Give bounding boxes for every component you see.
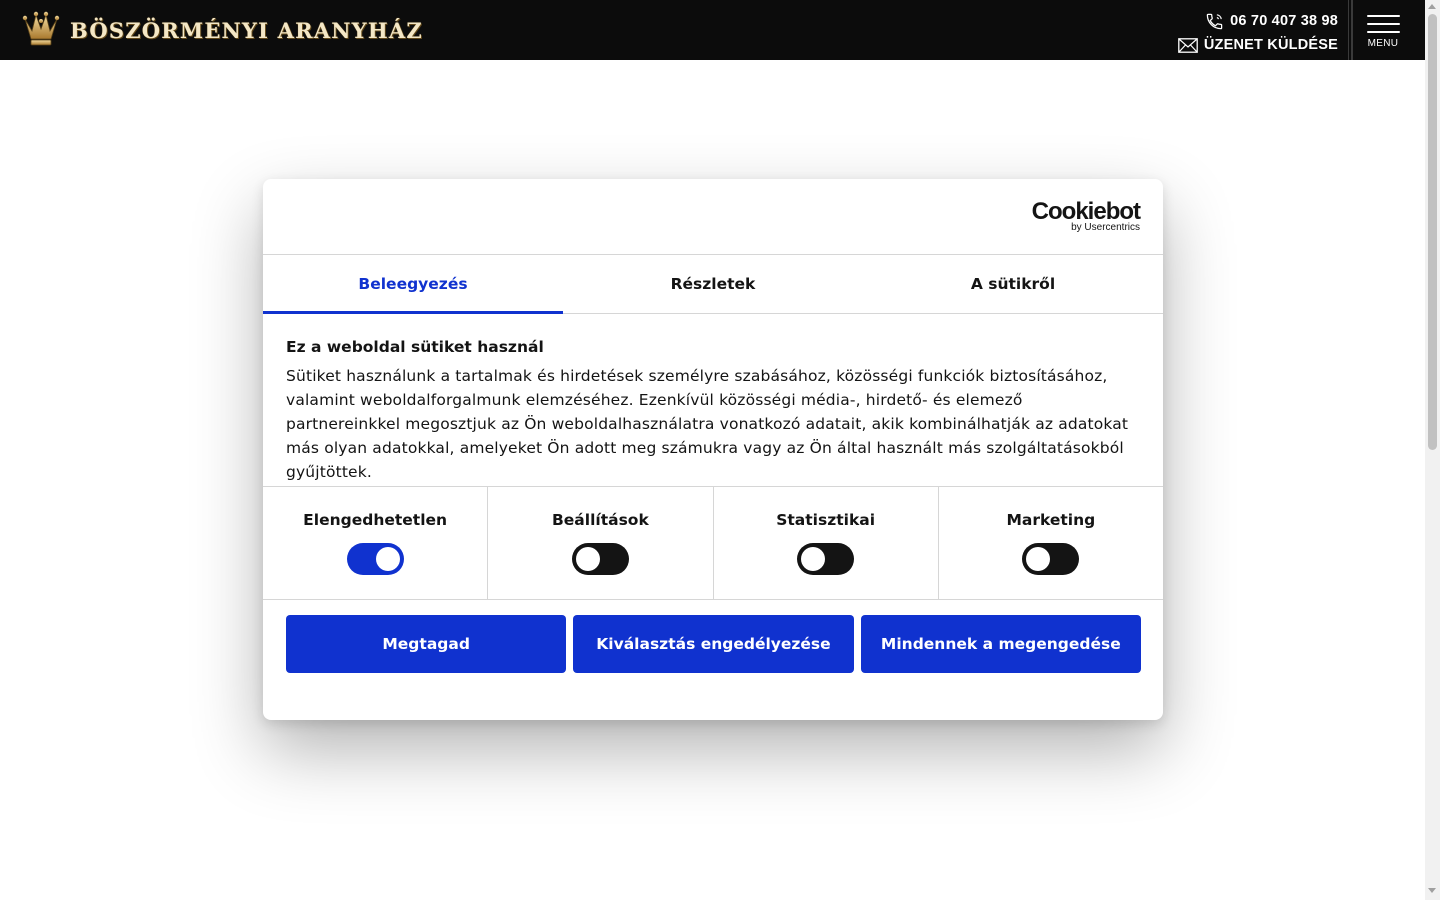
allow-selection-button[interactable]: Kiválasztás engedélyezése <box>573 615 854 673</box>
tab-about-cookies[interactable]: A sütikről <box>863 255 1163 313</box>
dialog-tabs: Beleegyezés Részletek A sütikről <box>263 255 1163 314</box>
category-statistics: Statisztikai <box>714 487 939 599</box>
crown-icon <box>22 11 60 46</box>
phone-number: 06 70 407 38 98 <box>1230 13 1338 29</box>
send-message-label: ÜZENET KÜLDÉSE <box>1203 37 1338 53</box>
category-label: Elengedhetetlen <box>303 511 448 529</box>
necessary-toggle[interactable] <box>346 543 404 575</box>
cookie-categories: Elengedhetetlen Beállítások Statisztikai… <box>263 487 1163 600</box>
preferences-toggle[interactable] <box>571 543 629 575</box>
envelope-icon <box>1178 37 1198 53</box>
cookie-consent-dialog: Cookiebot by Usercentrics Beleegyezés Ré… <box>263 179 1163 720</box>
scroll-down-arrow-icon[interactable] <box>1428 888 1436 893</box>
cookiebot-logo[interactable]: Cookiebot by Usercentrics <box>1031 198 1141 234</box>
phone-link[interactable]: 06 70 407 38 98 <box>1178 9 1338 33</box>
dialog-actions: Megtagad Kiválasztás engedélyezése Minde… <box>263 600 1163 673</box>
category-label: Beállítások <box>551 511 649 529</box>
page-scrollbar[interactable] <box>1425 0 1440 900</box>
category-preferences: Beállítások <box>488 487 714 599</box>
category-necessary: Elengedhetetlen <box>263 487 489 599</box>
phone-icon <box>1206 13 1223 29</box>
scrollbar-thumb[interactable] <box>1428 14 1437 450</box>
category-marketing: Marketing <box>939 487 1163 599</box>
hamburger-icon <box>1367 15 1400 39</box>
consent-description: Sütiket használunk a tartalmak és hirdet… <box>286 367 1129 481</box>
category-label: Marketing <box>1006 511 1096 529</box>
cookiebot-brand: Cookiebot <box>1031 198 1141 225</box>
logo-text: BÖSZÖRMÉNYI ARANYHÁZ <box>70 17 423 43</box>
menu-button[interactable]: MENU <box>1348 0 1425 60</box>
site-logo[interactable]: BÖSZÖRMÉNYI ARANYHÁZ <box>20 9 423 51</box>
allow-all-button[interactable]: Mindennek a megengedése <box>860 615 1141 673</box>
send-message-link[interactable]: ÜZENET KÜLDÉSE <box>1178 33 1338 57</box>
tab-consent[interactable]: Beleegyezés <box>263 255 563 314</box>
category-label: Statisztikai <box>776 511 876 529</box>
menu-label: MENU <box>1367 38 1399 49</box>
consent-title: Ez a weboldal sütiket használ <box>286 338 544 356</box>
consent-body: Ez a weboldal sütiket használ Sütiket ha… <box>263 314 1163 487</box>
dialog-header: Cookiebot by Usercentrics <box>263 179 1163 255</box>
marketing-toggle[interactable] <box>1022 543 1080 575</box>
scroll-up-arrow-icon[interactable] <box>1428 4 1436 9</box>
site-header: BÖSZÖRMÉNYI ARANYHÁZ 06 70 407 38 98 ÜZE… <box>0 0 1425 60</box>
statistics-toggle[interactable] <box>797 543 855 575</box>
deny-button[interactable]: Megtagad <box>286 615 567 673</box>
tab-details[interactable]: Részletek <box>563 255 863 313</box>
contact-info: 06 70 407 38 98 ÜZENET KÜLDÉSE <box>1178 9 1338 57</box>
